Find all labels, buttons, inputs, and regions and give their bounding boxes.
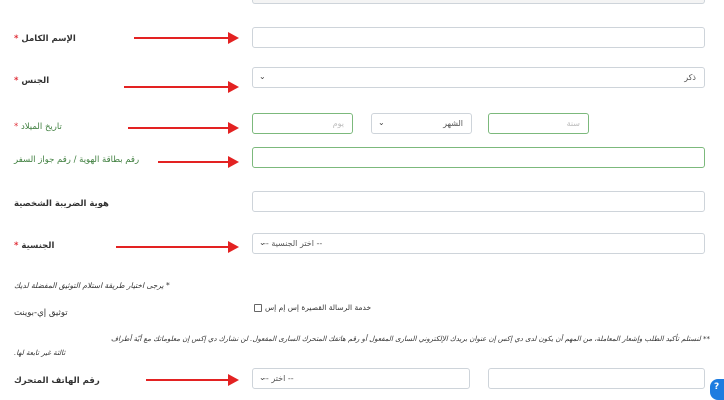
red-arrow-icon bbox=[146, 373, 239, 387]
e-verify-label: توثيق إي-بوينت bbox=[14, 308, 68, 318]
nationality-select[interactable]: ⌄ -- اختر الجنسية -- bbox=[252, 233, 705, 254]
red-arrow-icon bbox=[128, 121, 239, 135]
red-arrow-icon bbox=[134, 31, 239, 45]
red-arrow-icon bbox=[158, 155, 239, 169]
birth-day-input[interactable]: يوم bbox=[252, 113, 353, 134]
gender-label: الجنس * bbox=[14, 76, 50, 86]
id-passport-input[interactable] bbox=[252, 147, 705, 168]
red-arrow-icon bbox=[124, 80, 239, 94]
verification-note: * يرجى اختيار طريقة استلام التوثيق المفض… bbox=[14, 281, 170, 290]
chevron-down-icon: ⌄ bbox=[378, 118, 385, 127]
red-arrow-icon bbox=[116, 240, 239, 254]
disclaimer-line-1: ** لنستلم تأكيد الطلب وإشعار المعاملة، م… bbox=[110, 335, 710, 343]
disclaimer-line-2: ثالثة غير تابعة لها. bbox=[14, 349, 66, 357]
nationality-label: الجنسية * bbox=[14, 241, 55, 251]
gender-select[interactable]: ⌄ ذكر bbox=[252, 67, 705, 88]
sms-option-label: خدمة الرسالة القصيرة إس إم إس bbox=[265, 303, 372, 312]
sms-checkbox[interactable] bbox=[254, 304, 262, 312]
birth-year-input[interactable]: سنة bbox=[488, 113, 589, 134]
tax-id-label: هوية الضريبة الشخصية bbox=[14, 199, 109, 209]
birth-month-select[interactable]: ⌄ الشهر bbox=[371, 113, 472, 134]
chevron-down-icon: ⌄ bbox=[259, 72, 266, 81]
tax-id-input[interactable] bbox=[252, 191, 705, 212]
help-icon[interactable]: ? bbox=[710, 379, 724, 400]
full-name-input[interactable] bbox=[252, 27, 705, 48]
mobile-number-input[interactable] bbox=[488, 368, 705, 389]
id-passport-label: رقم بطاقة الهوية / رقم جواز السفر bbox=[14, 155, 140, 165]
birth-date-label: تاريخ الميلاد * bbox=[14, 122, 62, 132]
previous-field-bottom bbox=[252, 0, 705, 4]
mobile-code-select[interactable]: ⌄ -- اختر -- bbox=[252, 368, 470, 389]
full-name-label: الإسم الكامل * bbox=[14, 34, 76, 44]
mobile-label: رقم الهاتف المتحرك bbox=[14, 376, 100, 386]
